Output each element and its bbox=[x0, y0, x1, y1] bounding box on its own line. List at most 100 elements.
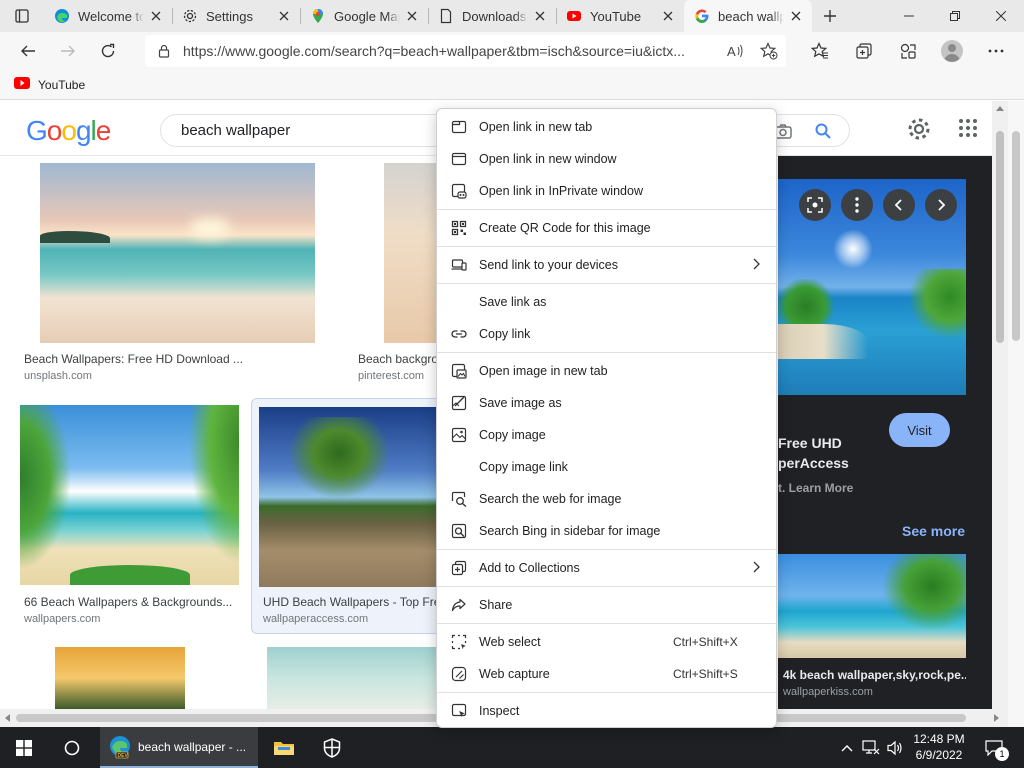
forward-button[interactable] bbox=[48, 35, 88, 67]
google-apps-button[interactable] bbox=[958, 118, 978, 141]
result-caption[interactable]: Beach Wallpapers: Free HD Download ... bbox=[24, 352, 254, 366]
tab-youtube[interactable]: YouTube bbox=[556, 0, 684, 32]
notifications-button[interactable]: 1 bbox=[980, 727, 1009, 768]
extensions-button[interactable] bbox=[886, 35, 930, 67]
shore-thumbnail[interactable] bbox=[267, 647, 437, 709]
menu-separator bbox=[437, 209, 776, 210]
result-caption[interactable]: UHD Beach Wallpapers - Top Free bbox=[263, 595, 438, 609]
file-explorer-button[interactable] bbox=[262, 727, 306, 768]
menu-item-open-link-new-tab[interactable]: Open link in new tab bbox=[437, 111, 776, 143]
menu-item-search-web-image[interactable]: Search the web for image bbox=[437, 483, 776, 515]
add-favorite-button[interactable] bbox=[752, 35, 786, 67]
vertical-scroll-thumb[interactable] bbox=[996, 131, 1004, 343]
sunset-palm-thumbnail[interactable] bbox=[55, 647, 185, 709]
address-bar[interactable]: https://www.google.com/search?q=beach+wa… bbox=[145, 35, 786, 67]
close-icon[interactable] bbox=[404, 8, 420, 24]
menu-item-save-image-as[interactable]: Save image as bbox=[437, 387, 776, 419]
close-window-button[interactable] bbox=[978, 0, 1024, 32]
next-image-button[interactable] bbox=[925, 189, 957, 221]
minimize-button[interactable] bbox=[886, 0, 932, 32]
menu-item-web-select[interactable]: Web select Ctrl+Shift+X bbox=[437, 626, 776, 658]
chevron-right-icon bbox=[752, 561, 760, 576]
tab-actions-button[interactable] bbox=[0, 0, 44, 32]
menu-item-open-link-new-window[interactable]: Open link in new window bbox=[437, 143, 776, 175]
scroll-left-arrow-icon[interactable] bbox=[4, 714, 10, 722]
menu-item-save-link-as[interactable]: Save link as bbox=[437, 286, 776, 318]
image-result[interactable]: 66 Beach Wallpapers & Backgrounds... wal… bbox=[20, 405, 240, 635]
close-icon[interactable] bbox=[660, 8, 676, 24]
preview-title[interactable]: Free UHD perAccess bbox=[778, 433, 888, 473]
search-query[interactable]: beach wallpaper bbox=[181, 122, 290, 139]
read-aloud-button[interactable]: A bbox=[718, 35, 752, 67]
visual-search-button[interactable] bbox=[799, 189, 831, 221]
new-tab-button[interactable] bbox=[812, 0, 848, 32]
menu-item-open-image-new-tab[interactable]: Open image in new tab bbox=[437, 355, 776, 387]
menu-item-inspect[interactable]: Inspect bbox=[437, 695, 776, 727]
refresh-button[interactable] bbox=[88, 35, 128, 67]
scroll-up-arrow-icon[interactable] bbox=[996, 105, 1004, 111]
google-logo[interactable]: Google bbox=[26, 115, 111, 147]
system-clock[interactable]: 12:48 PM 6/9/2022 bbox=[904, 731, 974, 763]
tropical-beach-thumbnail[interactable] bbox=[20, 405, 239, 585]
menu-item-search-bing-sidebar[interactable]: Search Bing in sidebar for image bbox=[437, 515, 776, 547]
result-caption[interactable]: 66 Beach Wallpapers & Backgrounds... bbox=[24, 595, 236, 609]
close-icon[interactable] bbox=[148, 8, 164, 24]
see-more-link[interactable]: See more bbox=[902, 523, 965, 539]
menu-item-copy-link[interactable]: Copy link bbox=[437, 318, 776, 350]
result-caption[interactable]: Beach backgrounds bbox=[358, 352, 440, 366]
visit-button[interactable]: Visit bbox=[889, 413, 950, 447]
restore-button[interactable] bbox=[932, 0, 978, 32]
close-icon[interactable] bbox=[788, 8, 804, 24]
page-vertical-scrollbar[interactable] bbox=[992, 101, 1008, 709]
beach-thumbnail[interactable] bbox=[384, 163, 444, 343]
start-button[interactable] bbox=[0, 727, 48, 768]
tab-settings[interactable]: Settings bbox=[172, 0, 300, 32]
previous-image-button[interactable] bbox=[883, 189, 915, 221]
menu-item-share[interactable]: Share bbox=[437, 589, 776, 621]
menu-item-open-link-inprivate[interactable]: Open link in InPrivate window bbox=[437, 175, 776, 207]
show-hidden-icons-button[interactable] bbox=[836, 727, 858, 768]
search-taskbar-button[interactable] bbox=[48, 727, 96, 768]
tab-downloads[interactable]: Downloads bbox=[428, 0, 556, 32]
related-caption[interactable]: 4k beach wallpaper,sky,rock,pe... bbox=[783, 668, 966, 682]
menu-item-web-capture[interactable]: Web capture Ctrl+Shift+S bbox=[437, 658, 776, 690]
network-status-button[interactable] bbox=[860, 727, 882, 768]
outer-scroll-thumb[interactable] bbox=[1012, 131, 1020, 341]
menu-separator bbox=[437, 352, 776, 353]
tab-welcome[interactable]: Welcome to Microsoft Edge bbox=[44, 0, 172, 32]
favorite-youtube-link[interactable]: YouTube bbox=[38, 78, 85, 92]
learn-more-link[interactable]: t. Learn More bbox=[778, 481, 853, 495]
google-settings-button[interactable] bbox=[906, 116, 932, 145]
settings-more-button[interactable] bbox=[974, 35, 1018, 67]
close-icon[interactable] bbox=[276, 8, 292, 24]
close-icon[interactable] bbox=[532, 8, 548, 24]
lock-icon[interactable] bbox=[157, 44, 171, 58]
blank-icon bbox=[451, 459, 467, 475]
security-app-button[interactable] bbox=[310, 727, 354, 768]
scroll-right-arrow-icon[interactable] bbox=[994, 714, 1000, 722]
taskbar-edge-window[interactable]: DEV beach wallpaper - ... bbox=[100, 727, 258, 768]
collections-button[interactable] bbox=[842, 35, 886, 67]
palm-beach-thumbnail[interactable] bbox=[259, 407, 439, 587]
image-result[interactable]: Beach backgrounds pinterest.com bbox=[354, 163, 444, 395]
tab-maps[interactable]: Google Maps bbox=[300, 0, 428, 32]
profile-button[interactable] bbox=[930, 35, 974, 67]
back-button[interactable] bbox=[8, 35, 48, 67]
search-icon[interactable] bbox=[811, 119, 835, 143]
outer-scroll-track[interactable] bbox=[1008, 101, 1024, 727]
favorites-button[interactable] bbox=[798, 35, 842, 67]
menu-item-add-to-collections[interactable]: Add to Collections bbox=[437, 552, 776, 584]
related-image[interactable] bbox=[778, 554, 966, 658]
menu-item-create-qr-code[interactable]: Create QR Code for this image bbox=[437, 212, 776, 244]
volume-button[interactable] bbox=[884, 727, 906, 768]
menu-item-send-link-devices[interactable]: Send link to your devices bbox=[437, 249, 776, 281]
image-result[interactable]: Beach Wallpapers: Free HD Download ... u… bbox=[20, 163, 334, 395]
url-text[interactable]: https://www.google.com/search?q=beach+wa… bbox=[183, 43, 693, 59]
more-options-button[interactable] bbox=[841, 189, 873, 221]
menu-item-copy-image[interactable]: Copy image bbox=[437, 419, 776, 451]
menu-item-copy-image-link[interactable]: Copy image link bbox=[437, 451, 776, 483]
image-result-selected[interactable]: UHD Beach Wallpapers - Top Free wallpape… bbox=[251, 398, 451, 634]
beach-sunset-thumbnail[interactable] bbox=[40, 163, 315, 343]
tab-google-search[interactable]: beach wallpaper - Google Search bbox=[684, 0, 812, 32]
more-vertical-icon bbox=[855, 197, 859, 213]
